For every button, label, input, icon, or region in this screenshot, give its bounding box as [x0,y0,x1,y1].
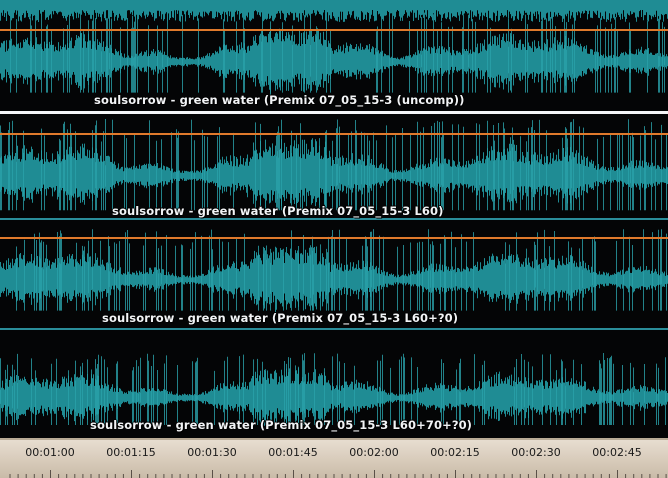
time-label-1[interactable]: 00:01:00 [25,446,74,459]
time-label-5[interactable]: 00:02:00 [349,446,398,459]
timeline-ruler[interactable]: 00:01:00 00:01:15 00:01:30 00:01:45 00:0… [0,438,668,478]
track-lane-4[interactable]: soulsorrow - green water (Premix 07_05_1… [0,332,668,438]
multitrack-waveform-view[interactable]: soulsorrow - green water (Premix 07_05_1… [0,0,668,438]
time-label-8[interactable]: 00:02:45 [592,446,641,459]
track-3-orange-level-line [0,237,668,239]
time-label-4[interactable]: 00:01:45 [268,446,317,459]
track-3-label: soulsorrow - green water (Premix 07_05_1… [102,311,459,325]
time-label-3[interactable]: 00:01:30 [187,446,236,459]
waveform-body [0,28,668,95]
waveform-top-strip [0,0,668,22]
track-1-label: soulsorrow - green water (Premix 07_05_1… [94,93,465,107]
track-1-orange-level-line [0,29,668,31]
track-lane-2[interactable]: soulsorrow - green water (Premix 07_05_1… [0,114,668,224]
track-2-orange-level-line-top [0,133,668,135]
ruler-top-edge [0,440,668,444]
track-3-blue-level-line [0,328,668,330]
time-label-2[interactable]: 00:01:15 [106,446,155,459]
time-label-7[interactable]: 00:02:30 [511,446,560,459]
track-2-blue-level-line [0,218,668,220]
track-lane-1[interactable]: soulsorrow - green water (Premix 07_05_1… [0,0,668,112]
track-lane-3[interactable]: soulsorrow - green water (Premix 07_05_1… [0,224,668,332]
track-4-label: soulsorrow - green water (Premix 07_05_1… [90,418,473,432]
time-label-6[interactable]: 00:02:15 [430,446,479,459]
track-2-label: soulsorrow - green water (Premix 07_05_1… [112,204,444,218]
